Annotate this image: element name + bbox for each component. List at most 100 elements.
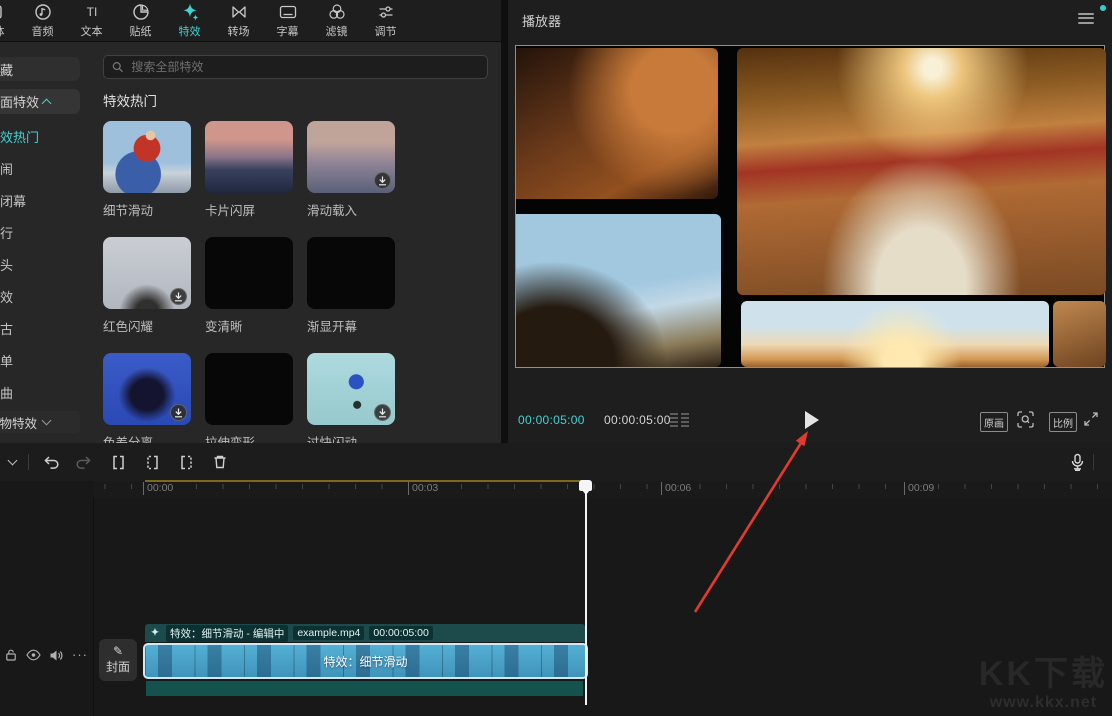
cover-button[interactable]: ✎ 封面 — [99, 639, 137, 681]
effect-card-2[interactable]: 滑动载入 — [307, 121, 395, 218]
effect-status-badge: 特效：细节滑动 - 编辑中 — [166, 624, 289, 642]
tab-media-label: 媒体 — [0, 23, 5, 39]
effect-thumbnail — [103, 121, 191, 193]
effect-card-0[interactable]: 细节滑动 — [103, 121, 191, 218]
download-icon — [170, 288, 187, 305]
player-title: 播放器 — [522, 14, 562, 29]
sidebar-item-4[interactable]: 镜头 — [0, 248, 97, 280]
tab-text-label: 文本 — [80, 26, 103, 38]
tab-transition[interactable]: 转场 — [214, 2, 263, 41]
play-button[interactable] — [805, 411, 819, 429]
track-options-icon[interactable] — [0, 455, 24, 466]
effect-card-1[interactable]: 卡片闪屏 — [205, 121, 293, 218]
effects-star-icon — [182, 3, 198, 21]
sidebar-dropdown-body-effects[interactable]: 人物特效 — [0, 411, 80, 433]
search-icon — [112, 62, 123, 73]
video-preview[interactable] — [515, 45, 1106, 368]
tab-sticker[interactable]: 贴纸 — [116, 2, 165, 41]
playhead[interactable] — [579, 480, 592, 495]
preview-tile-top-left — [516, 48, 718, 199]
fullscreen-icon[interactable] — [1083, 411, 1099, 432]
sidebar-item-6[interactable]: 复古 — [0, 312, 97, 344]
watermark-url: www.kkx.net — [989, 694, 1098, 711]
ruler-ticks — [93, 484, 1112, 489]
effect-thumbnail — [307, 237, 395, 309]
lock-icon[interactable] — [4, 648, 18, 662]
tab-subtitle-label: 字幕 — [276, 26, 299, 38]
pencil-icon: ✎ — [112, 644, 124, 658]
tab-sticker-label: 贴纸 — [129, 26, 152, 38]
delete-icon[interactable] — [203, 453, 237, 471]
menu-icon[interactable] — [1078, 13, 1094, 24]
split-keep-right-icon[interactable] — [135, 453, 169, 472]
effect-thumbnail — [205, 237, 293, 309]
chevron-down-icon — [41, 415, 52, 426]
sidebar-item-7[interactable]: 清单 — [0, 344, 97, 376]
sidebar-item-1[interactable]: 热闹 — [0, 152, 97, 184]
effects-grid: 细节滑动 卡片闪屏 滑动载入 红色闪耀 变清晰 渐显开幕 色差分离 拉伸变形 过… — [103, 121, 395, 445]
effect-card-4[interactable]: 变清晰 — [205, 237, 293, 334]
effect-thumbnail — [205, 121, 293, 193]
video-editor-window: 媒体 音频 TI 文本 贴纸 特效 转场 字幕 滤镜 — [0, 0, 1112, 716]
panel-divider — [501, 0, 508, 443]
video-clip[interactable]: 特效：细节滑动 — [143, 643, 588, 679]
split-icon[interactable] — [101, 453, 135, 472]
timeline-panel: 00:00 00:03 00:06 00:09 ··· ✎ 封面 特效：细节滑动… — [0, 443, 1112, 716]
svg-text:TI: TI — [86, 5, 97, 19]
toolbar-divider — [28, 454, 29, 470]
effect-card-7[interactable]: 拉伸变形 — [205, 353, 293, 445]
effect-card-6[interactable]: 色差分离 — [103, 353, 191, 445]
mic-icon[interactable] — [1069, 453, 1086, 477]
tab-media[interactable]: 媒体 — [0, 2, 18, 41]
effect-thumbnail — [103, 237, 191, 309]
redo-button[interactable] — [67, 453, 101, 472]
tab-filter[interactable]: 滤镜 — [312, 2, 361, 41]
sidebar-item-3[interactable]: 流行 — [0, 216, 97, 248]
sidebar-group-screen-effects[interactable]: 画面特效 — [0, 89, 80, 114]
tab-adjust-label: 调节 — [374, 26, 397, 38]
sidebar-item-5[interactable]: 光效 — [0, 280, 97, 312]
ratio-button[interactable]: 比例 — [1049, 412, 1077, 432]
more-icon[interactable]: ··· — [72, 648, 88, 661]
effect-card-3[interactable]: 红色闪耀 — [103, 237, 191, 334]
undo-button[interactable] — [33, 453, 67, 472]
sticker-icon — [132, 4, 149, 20]
sidebar-item-favorites[interactable]: 收藏 — [0, 57, 80, 81]
sidebar-item-2[interactable]: 开闭幕 — [0, 184, 97, 216]
watermark: KK下载 www.kkx.net — [979, 654, 1108, 712]
effect-track-header[interactable]: 特效：细节滑动 - 编辑中 example.mp4 00:00:05:00 — [145, 624, 585, 642]
sidebar-item-8[interactable]: 扭曲 — [0, 376, 97, 408]
effect-thumbnail — [307, 121, 395, 193]
tab-effects-label: 特效 — [178, 26, 201, 38]
tab-filter-label: 滤镜 — [325, 26, 348, 38]
duration-badge: 00:00:05:00 — [369, 626, 433, 640]
effect-thumbnail — [103, 353, 191, 425]
fit-zoom-icon[interactable] — [1017, 411, 1034, 433]
tab-text[interactable]: TI 文本 — [67, 2, 116, 41]
speaker-icon[interactable] — [49, 649, 64, 662]
tab-adjust[interactable]: 调节 — [361, 2, 410, 41]
sidebar-item-trending[interactable]: 特效热门 — [0, 120, 97, 152]
player-panel: 播放器 00:00:05:00 00:00:05:00 原画 比例 — [508, 0, 1112, 443]
track-gutter-divider — [93, 497, 94, 716]
adjust-icon — [379, 6, 392, 18]
search-input[interactable] — [129, 59, 479, 75]
tab-audio[interactable]: 音频 — [18, 2, 67, 41]
subtitle-icon — [279, 5, 296, 19]
effects-panel: 收藏 画面特效 特效热门 热闹 开闭幕 流行 镜头 光效 复古 清单 扭曲 人物… — [0, 42, 501, 445]
timeline-ruler[interactable]: 00:00 00:03 00:06 00:09 — [93, 481, 1112, 497]
filter-icon — [328, 4, 345, 19]
track-header-controls: ··· — [0, 648, 92, 662]
audio-strip[interactable] — [146, 681, 583, 696]
preview-tile-bottom-center — [741, 301, 1049, 367]
effect-card-5[interactable]: 渐显开幕 — [307, 237, 395, 334]
tab-effects[interactable]: 特效 — [165, 2, 214, 41]
effects-search[interactable] — [103, 55, 488, 79]
quality-button[interactable]: 原画 — [980, 412, 1008, 432]
split-keep-left-icon[interactable] — [169, 453, 203, 472]
tab-subtitle[interactable]: 字幕 — [263, 2, 312, 41]
frame-view-icon[interactable] — [670, 413, 690, 427]
ruler-label-2: 00:06 — [661, 482, 692, 495]
effect-card-8[interactable]: 过快闪动 — [307, 353, 395, 445]
eye-icon[interactable] — [26, 649, 41, 661]
